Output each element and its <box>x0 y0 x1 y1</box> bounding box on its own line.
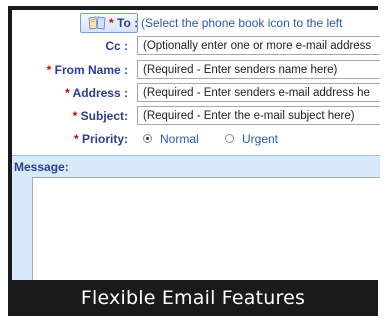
message-section: Message: <box>12 155 380 280</box>
priority-label: * Priority: <box>73 132 128 146</box>
priority-row: * Priority: Normal Urgent <box>12 129 380 151</box>
message-textarea[interactable] <box>32 177 380 280</box>
caption-banner: Flexible Email Features <box>8 280 378 316</box>
subject-row: * Subject: (Required - Enter the e-mail … <box>12 106 380 128</box>
priority-urgent-label[interactable]: Urgent <box>242 132 278 146</box>
cc-row: Cc : (Optionally enter one or more e-mai… <box>12 36 380 58</box>
phone-book-icon <box>88 16 106 30</box>
message-label: Message: <box>14 160 69 174</box>
priority-normal-label[interactable]: Normal <box>160 132 199 146</box>
priority-normal-radio[interactable] <box>143 134 152 143</box>
to-button[interactable]: * To : <box>80 13 138 33</box>
to-row: * To : (Select the phone book icon to th… <box>12 13 380 35</box>
from-name-field[interactable]: (Required - Enter senders name here) <box>137 60 380 79</box>
email-header-form: * To : (Select the phone book icon to th… <box>12 10 380 156</box>
subject-field[interactable]: (Required - Enter the e-mail subject her… <box>137 106 380 125</box>
priority-urgent-radio[interactable] <box>225 134 234 143</box>
address-row: * Address : (Required - Enter senders e-… <box>12 83 380 105</box>
to-label: * To : <box>109 16 139 30</box>
cc-field[interactable]: (Optionally enter one or more e-mail add… <box>137 36 380 55</box>
email-form-panel: * To : (Select the phone book icon to th… <box>12 10 380 280</box>
from-name-label: * From Name : <box>46 63 128 77</box>
address-field[interactable]: (Required - Enter senders e-mail address… <box>137 83 380 102</box>
subject-label: * Subject: <box>72 109 128 123</box>
from-name-row: * From Name : (Required - Enter senders … <box>12 60 380 82</box>
address-label: * Address : <box>65 86 128 100</box>
to-hint-text: (Select the phone book icon to the left <box>141 16 343 30</box>
cc-label: Cc : <box>105 39 128 53</box>
